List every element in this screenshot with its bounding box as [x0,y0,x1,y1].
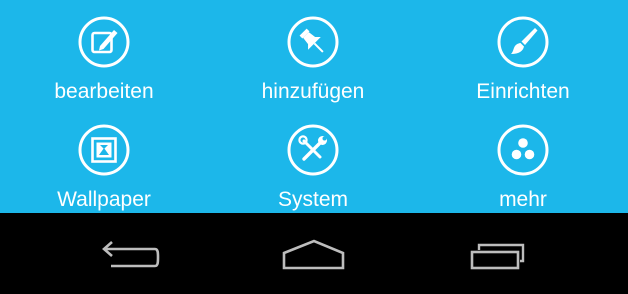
menu-item-wallpaper[interactable]: Wallpaper [4,120,204,220]
screen: bearbeiten hinzufügen Einrichten Wallpap… [0,0,628,294]
back-button[interactable] [75,213,185,294]
home-button[interactable] [259,213,369,294]
menu-item-more[interactable]: mehr [423,120,623,220]
menu-item-edit[interactable]: bearbeiten [4,12,204,112]
paintbrush-icon [497,16,549,68]
pushpin-icon [287,16,339,68]
wallpaper-icon [78,124,130,176]
menu-item-system[interactable]: System [213,120,413,220]
menu-item-label: bearbeiten [54,80,154,103]
options-menu: bearbeiten hinzufügen Einrichten Wallpap… [0,0,628,213]
recent-apps-button[interactable] [443,213,553,294]
menu-item-label: Wallpaper [57,188,151,211]
menu-item-label: Einrichten [476,80,570,103]
edit-icon [78,16,130,68]
tools-icon [287,124,339,176]
menu-item-add[interactable]: hinzufügen [213,12,413,112]
navigation-bar [0,213,628,294]
menu-item-label: System [277,188,348,211]
menu-item-label: mehr [499,188,547,211]
more-dots-icon [497,124,549,176]
menu-item-setup[interactable]: Einrichten [423,12,623,112]
menu-item-label: hinzufügen [261,80,365,103]
